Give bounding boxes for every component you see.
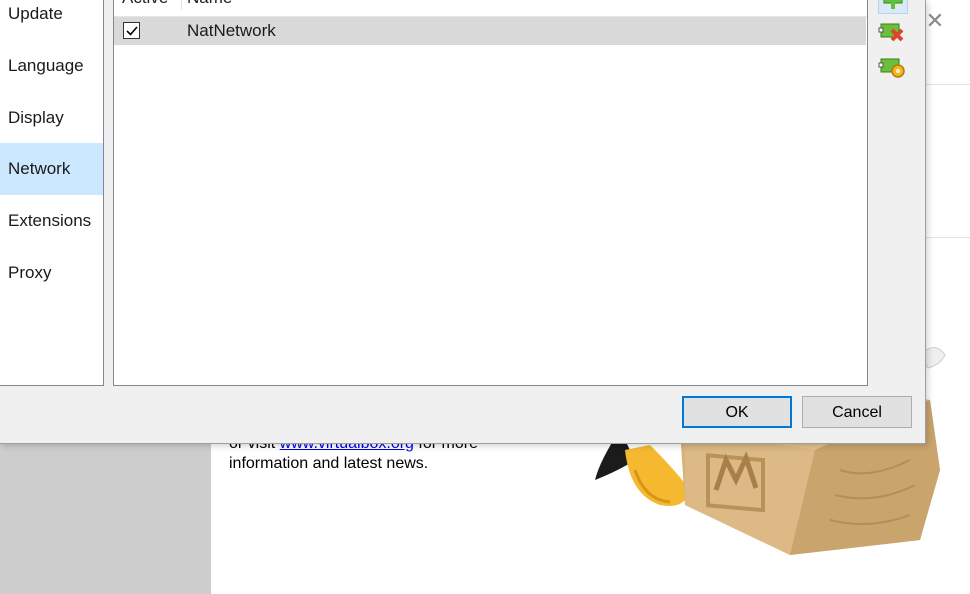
toolbar-divider xyxy=(926,84,970,85)
sidebar-item-update[interactable]: Update xyxy=(0,0,103,40)
sidebar-item-display[interactable]: Display xyxy=(0,92,103,144)
column-separator[interactable] xyxy=(181,0,182,10)
column-header-active[interactable]: Active xyxy=(122,0,168,8)
edit-nat-network-icon xyxy=(878,58,905,78)
nat-network-name: NatNetwork xyxy=(187,21,276,40)
close-icon[interactable]: ✕ xyxy=(924,10,946,32)
edit-nat-network-button[interactable] xyxy=(878,54,908,82)
active-checkbox[interactable] xyxy=(123,22,140,39)
cancel-button[interactable]: Cancel xyxy=(802,396,912,428)
column-header-name[interactable]: Name xyxy=(187,0,232,8)
remove-nat-network-icon xyxy=(878,23,904,42)
add-nat-network-icon xyxy=(883,0,903,9)
table-row[interactable]: NatNetwork xyxy=(114,17,866,45)
checkmark-icon xyxy=(126,26,138,36)
toolbar-divider xyxy=(926,237,970,238)
machine-list-pane[interactable] xyxy=(0,444,211,594)
sidebar-item-proxy[interactable]: Proxy xyxy=(0,247,103,299)
sidebar-item-extensions[interactable]: Extensions xyxy=(0,195,103,247)
add-nat-network-button[interactable] xyxy=(878,0,908,14)
sidebar-item-language[interactable]: Language xyxy=(0,40,103,92)
table-header: Active Name xyxy=(114,0,867,17)
ok-button[interactable]: OK xyxy=(682,396,792,428)
sidebar-item-network[interactable]: Network xyxy=(0,143,103,195)
preferences-dialog: Update Language Display Network Extensio… xyxy=(0,0,926,444)
welcome-line2: information and latest news. xyxy=(229,455,429,472)
remove-nat-network-button[interactable] xyxy=(878,18,908,46)
nat-networks-table[interactable]: Active Name NatNetwork xyxy=(113,0,868,386)
preferences-sidebar: Update Language Display Network Extensio… xyxy=(0,0,104,386)
